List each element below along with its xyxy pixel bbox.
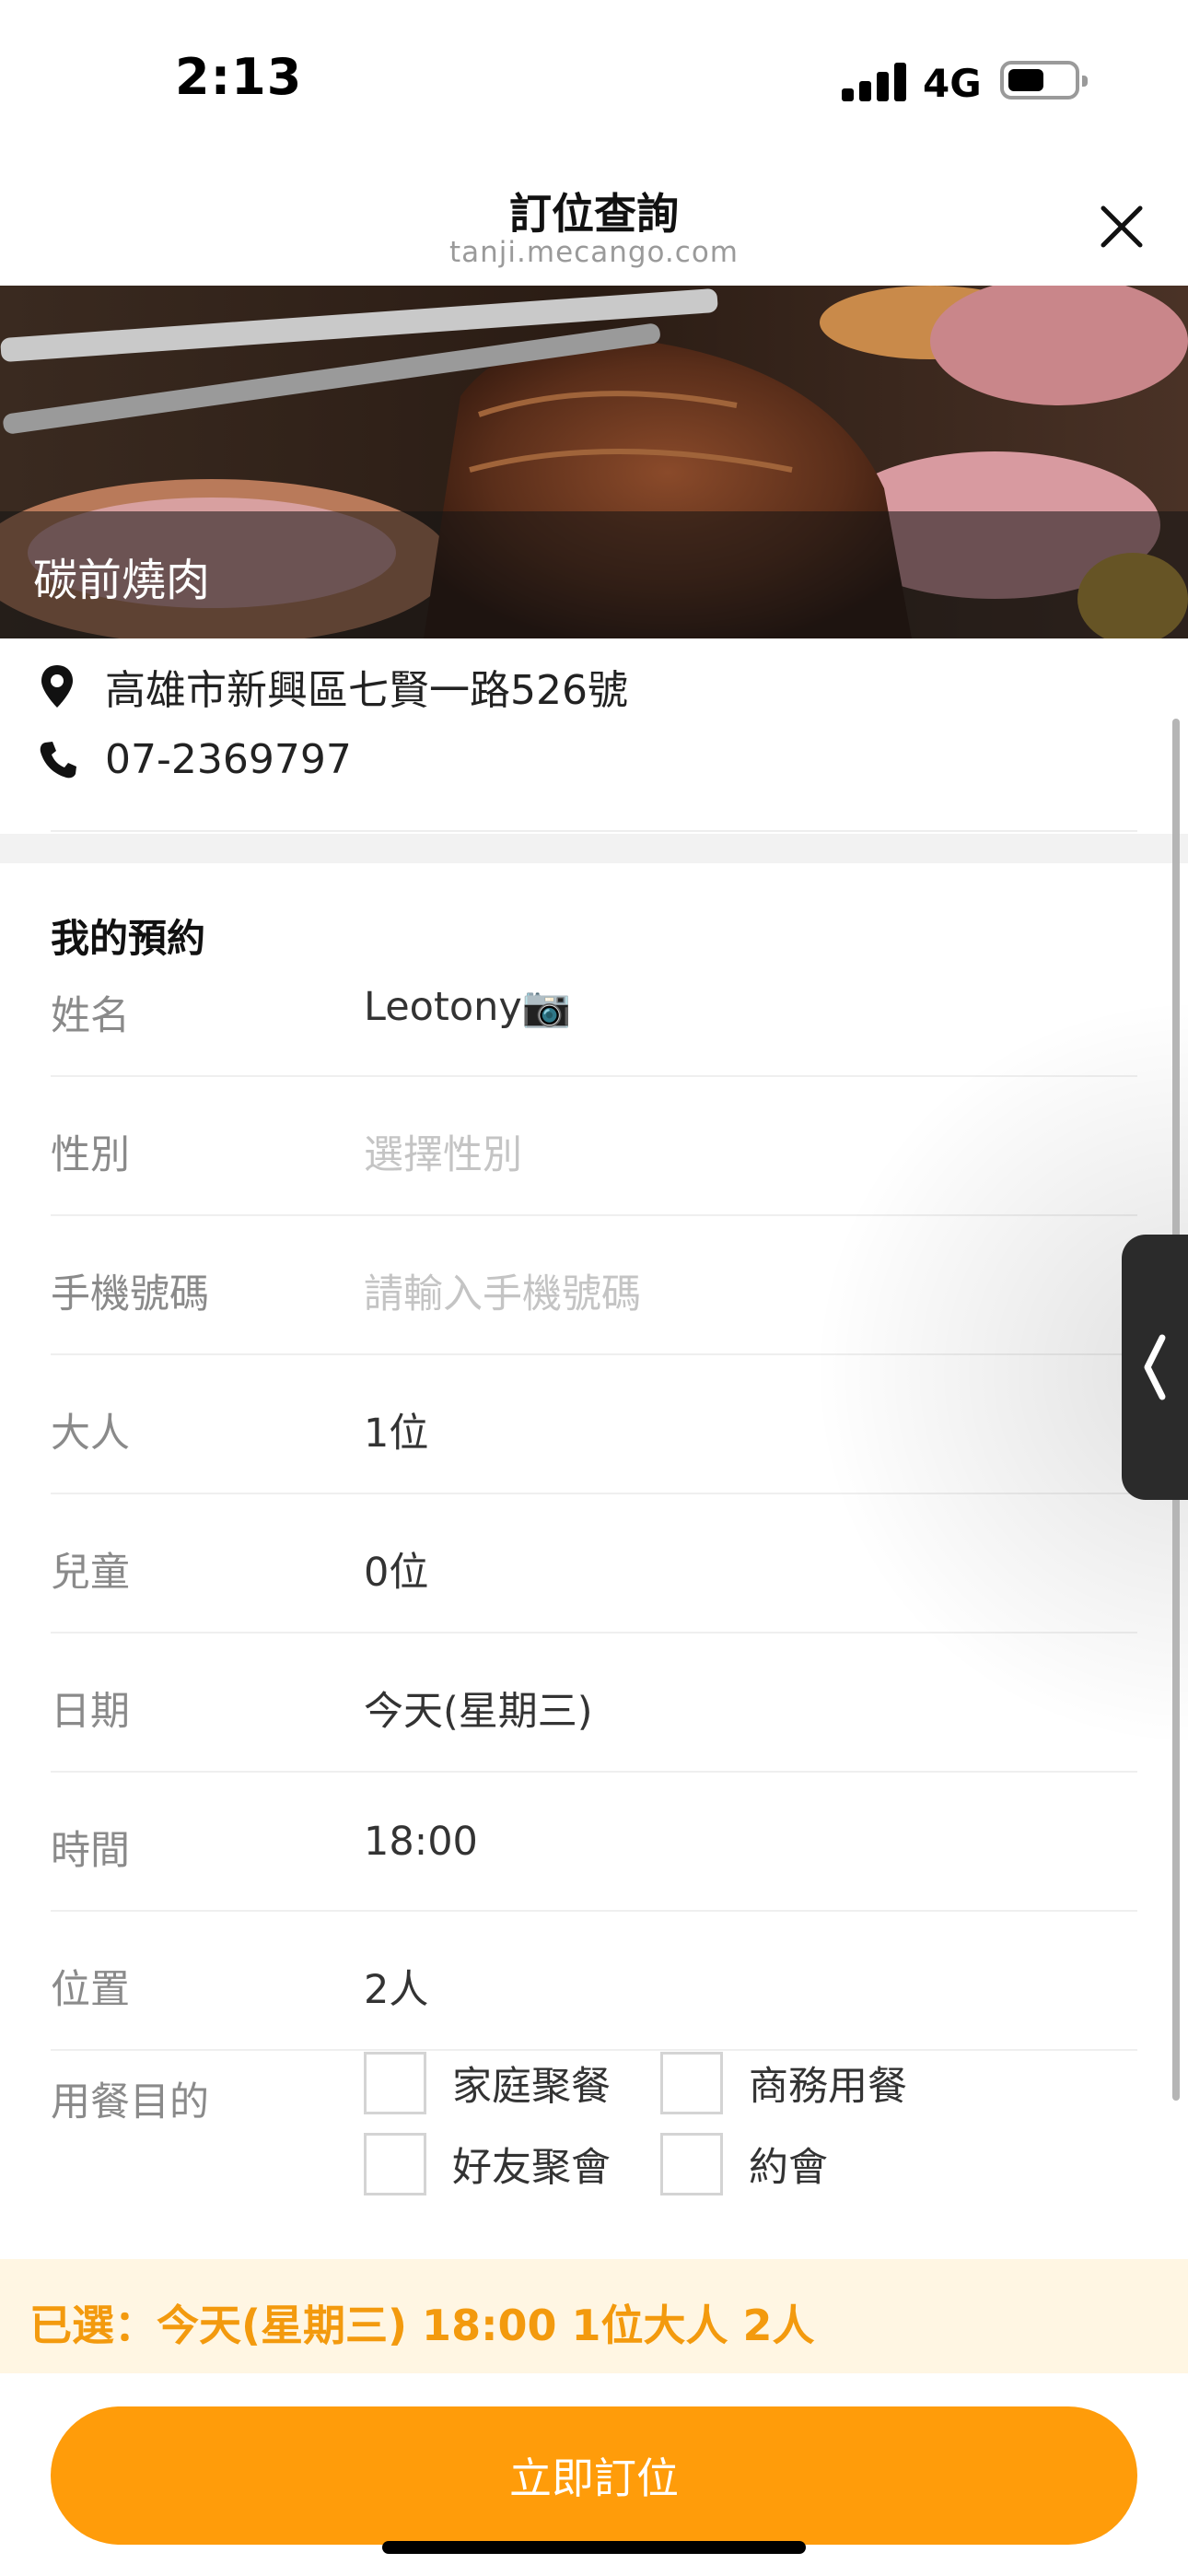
phone-icon	[40, 741, 76, 778]
restaurant-hero-image: 碳前燒肉	[0, 286, 1188, 638]
network-type: 4G	[923, 61, 982, 106]
restaurant-phone: 07-2369797	[105, 736, 352, 783]
checkbox[interactable]	[364, 2052, 426, 2114]
page-url: tanji.mecango.com	[449, 236, 739, 269]
mobile-input[interactable]: 請輸入手機號碼	[364, 1262, 641, 1319]
gender-label: 性別	[51, 1132, 130, 1178]
adults-value[interactable]: 1位	[364, 1401, 428, 1458]
reservation-form: 我的預約 姓名 Leotony📷 性別 選擇性別 手機號碼 請輸入手機號碼 大人…	[0, 863, 1188, 2259]
close-icon[interactable]	[1094, 199, 1149, 254]
location-pin-icon	[41, 665, 73, 708]
mobile-label: 手機號碼	[51, 1271, 209, 1317]
name-label: 姓名	[51, 993, 130, 1039]
time-value[interactable]: 18:00	[364, 1819, 478, 1865]
children-value[interactable]: 0位	[364, 1540, 428, 1598]
date-label: 日期	[51, 1689, 130, 1735]
side-panel-handle[interactable]	[1122, 1235, 1188, 1500]
book-now-button[interactable]: 立即訂位	[51, 2406, 1137, 2545]
adults-field-row[interactable]: 大人 1位	[51, 1355, 1137, 1494]
restaurant-address: 高雄市新興區七賢一路526號	[105, 667, 628, 714]
purpose-option-date[interactable]: 約會	[660, 2133, 828, 2195]
purpose-option-family[interactable]: 家庭聚餐	[364, 2052, 611, 2114]
time-field-row[interactable]: 時間 18:00	[51, 1773, 1137, 1912]
chevron-left-icon	[1144, 1334, 1166, 1400]
page-title: 訂位查詢	[509, 189, 679, 239]
gender-select[interactable]: 選擇性別	[364, 1123, 522, 1180]
checkbox[interactable]	[364, 2133, 426, 2195]
section-divider	[0, 834, 1188, 863]
page-header: 訂位查詢 tanji.mecango.com	[0, 157, 1188, 286]
dining-purpose-label: 用餐目的	[51, 2079, 209, 2125]
seating-label: 位置	[51, 1967, 130, 2013]
seating-value[interactable]: 2人	[364, 1958, 428, 2015]
name-value[interactable]: Leotony📷	[364, 984, 571, 1030]
restaurant-contact: 高雄市新興區七賢一路526號 07-2369797	[0, 638, 1188, 834]
restaurant-name: 碳前燒肉	[33, 555, 211, 606]
checkbox[interactable]	[660, 2052, 723, 2114]
phone-field-row[interactable]: 手機號碼 請輸入手機號碼	[51, 1216, 1137, 1355]
phone-row[interactable]: 07-2369797	[37, 736, 352, 783]
gender-field-row[interactable]: 性別 選擇性別	[51, 1077, 1137, 1216]
purpose-option-friends[interactable]: 好友聚會	[364, 2133, 611, 2195]
checkbox[interactable]	[660, 2133, 723, 2195]
selection-summary: 已選：今天(星期三) 18:00 1位大人 2人	[0, 2259, 1188, 2373]
children-field-row[interactable]: 兒童 0位	[51, 1494, 1137, 1633]
purpose-option-business[interactable]: 商務用餐	[660, 2052, 907, 2114]
battery-icon	[1000, 61, 1088, 100]
time-label: 時間	[51, 1828, 130, 1874]
children-label: 兒童	[51, 1550, 130, 1596]
status-bar: 2:13 4G	[0, 0, 1188, 157]
address-row[interactable]: 高雄市新興區七賢一路526號	[37, 657, 628, 716]
seating-field-row[interactable]: 位置 2人	[51, 1912, 1137, 2051]
selection-summary-text: 已選：今天(星期三) 18:00 1位大人 2人	[29, 2301, 815, 2350]
cellular-signal-icon	[842, 61, 906, 101]
status-time: 2:13	[175, 48, 303, 106]
dining-purpose-row: 用餐目的 家庭聚餐 商務用餐 好友聚會 約會	[51, 2052, 1137, 2236]
name-field-row[interactable]: 姓名 Leotony📷	[51, 938, 1137, 1077]
home-indicator[interactable]	[382, 2541, 806, 2554]
date-field-row[interactable]: 日期 今天(星期三)	[51, 1633, 1137, 1773]
adults-label: 大人	[51, 1411, 130, 1457]
date-value[interactable]: 今天(星期三)	[364, 1680, 593, 1737]
